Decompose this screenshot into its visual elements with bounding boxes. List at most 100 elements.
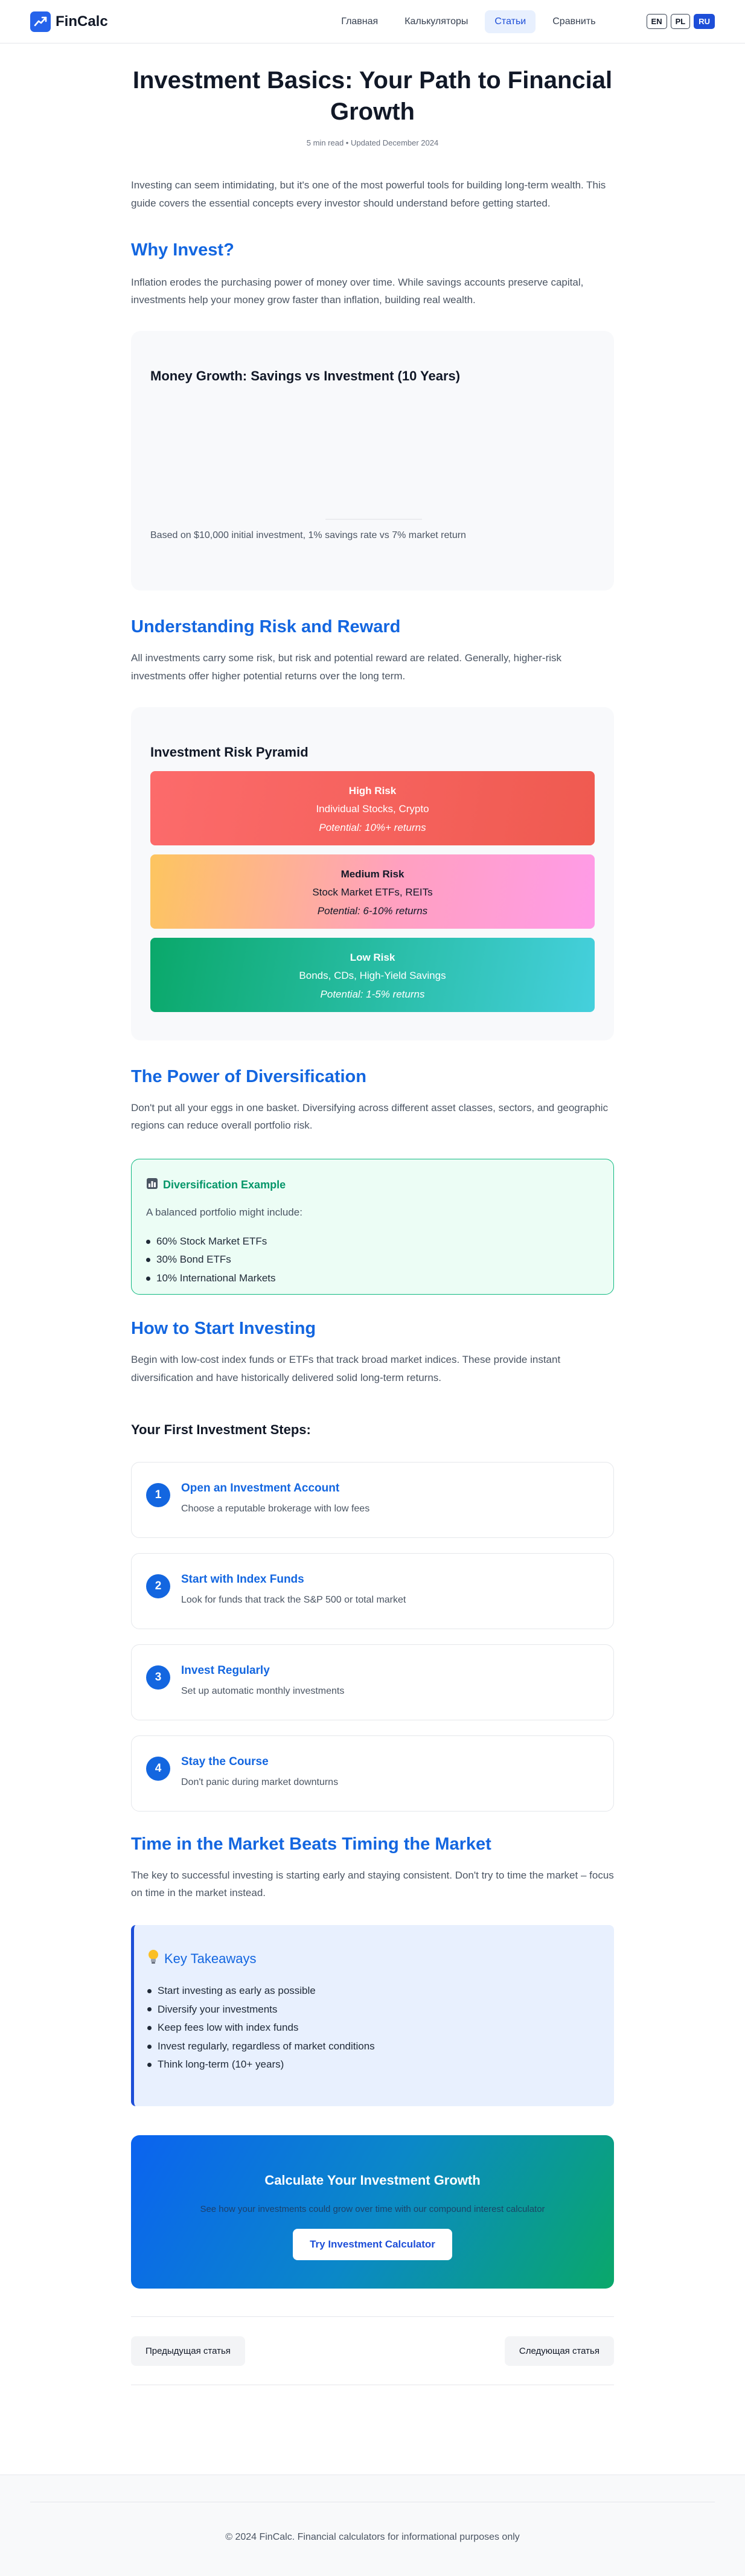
risk-level-medium: Medium Risk Stock Market ETFs, REITs Pot…	[150, 854, 595, 929]
risk-level-examples: Bonds, CDs, High-Yield Savings	[299, 970, 446, 982]
cta-subtitle: See how your investments could grow over…	[200, 2204, 545, 2214]
list-item: Diversify your investments	[147, 2001, 600, 2019]
list-item-text: Diversify your investments	[158, 2003, 278, 2015]
list-item: Start investing as early as possible	[147, 1982, 600, 2001]
list-item: Keep fees low with index funds	[147, 2019, 600, 2037]
trending-up-icon	[30, 11, 51, 32]
list-item: Invest regularly, regardless of market c…	[147, 2037, 600, 2056]
timing-text: The key to successful investing is start…	[131, 1869, 614, 1899]
steps-heading: Your First Investment Steps:	[131, 1421, 311, 1437]
risk-pyramid-title: Investment Risk Pyramid	[150, 744, 309, 760]
risk-level-potential: Potential: 10%+ returns	[319, 821, 426, 833]
step-content: Invest Regularly Set up automatic monthl…	[181, 1664, 344, 1697]
list-item-text: Start investing as early as possible	[158, 1985, 316, 1996]
how-to-start-heading: How to Start Investing	[131, 1319, 316, 1338]
growth-chart-note: Based on $10,000 initial investment, 1% …	[150, 530, 466, 540]
page-title: Investment Basics: Your Path to Financia…	[132, 67, 613, 125]
footer-copyright: © 2024 FinCalc. Financial calculators fo…	[30, 2502, 715, 2543]
lang-en-button[interactable]: EN	[646, 14, 667, 29]
step-content: Open an Investment Account Choose a repu…	[181, 1482, 369, 1514]
brand[interactable]: FinCalc	[30, 11, 108, 32]
timing-heading: Time in the Market Beats Timing the Mark…	[131, 1834, 491, 1854]
try-calculator-button[interactable]: Try Investment Calculator	[293, 2229, 452, 2260]
risk-reward-heading: Understanding Risk and Reward	[131, 617, 401, 636]
list-item-text: 30% Bond ETFs	[156, 1254, 231, 1266]
diversification-heading: The Power of Diversification	[131, 1066, 366, 1086]
risk-level-name: Medium Risk	[341, 868, 404, 880]
list-item-text: 60% Stock Market ETFs	[156, 1235, 267, 1247]
growth-chart-canvas	[325, 519, 422, 520]
list-item: 30% Bond ETFs	[146, 1251, 599, 1269]
list-item: Think long-term (10+ years)	[147, 2055, 600, 2074]
step-card: 4 Stay the Course Don't panic during mar…	[131, 1735, 614, 1812]
nav-compare[interactable]: Сравнить	[543, 10, 605, 33]
risk-level-low: Low Risk Bonds, CDs, High-Yield Savings …	[150, 937, 595, 1012]
lightbulb-icon	[147, 1949, 159, 1969]
bullet-icon	[147, 2007, 152, 2012]
risk-level-examples: Stock Market ETFs, REITs	[312, 886, 433, 899]
diversification-text: Don't put all your eggs in one basket. D…	[131, 1101, 609, 1132]
diversification-box-intro: A balanced portfolio might include:	[146, 1206, 302, 1218]
diversification-box-title-text: Diversification Example	[163, 1179, 286, 1191]
risk-level-high: High Risk Individual Stocks, Crypto Pote…	[150, 771, 595, 845]
article-meta: 5 min read • Updated December 2024	[306, 138, 439, 147]
intro-paragraph: Investing can seem intimidating, but it'…	[131, 179, 606, 209]
nav-articles[interactable]: Статьи	[485, 10, 536, 33]
step-number: 1	[146, 1482, 170, 1507]
bullet-icon	[147, 1988, 152, 1993]
diversification-box-title: Diversification Example	[146, 1177, 599, 1193]
list-item-text: Invest regularly, regardless of market c…	[158, 2040, 375, 2052]
step-title: Open an Investment Account	[181, 1481, 340, 1495]
risk-pyramid-card: Investment Risk Pyramid High Risk Indivi…	[131, 706, 614, 1040]
step-title: Stay the Course	[181, 1755, 269, 1768]
step-description: Don't panic during market downturns	[181, 1777, 339, 1787]
step-title: Invest Regularly	[181, 1664, 270, 1677]
calculator-cta: Calculate Your Investment Growth See how…	[131, 2135, 614, 2289]
brand-name: FinCalc	[56, 13, 108, 30]
why-invest-text: Inflation erodes the purchasing power of…	[131, 276, 584, 306]
main-nav: Главная Калькуляторы Статьи Сравнить EN …	[331, 10, 715, 33]
bullet-icon	[147, 2025, 152, 2030]
lang-ru-button[interactable]: RU	[694, 14, 715, 29]
bullet-icon	[146, 1276, 150, 1281]
footer: © 2024 FinCalc. Financial calculators fo…	[0, 2475, 745, 2576]
list-item-text: Think long-term (10+ years)	[158, 2059, 284, 2071]
step-description: Choose a reputable brokerage with low fe…	[181, 1503, 370, 1514]
growth-chart-area	[150, 390, 595, 530]
step-card: 3 Invest Regularly Set up automatic mont…	[131, 1644, 614, 1720]
list-item: 60% Stock Market ETFs	[146, 1232, 599, 1251]
chart-icon	[146, 1177, 158, 1193]
step-content: Start with Index Funds Look for funds th…	[181, 1573, 406, 1606]
bullet-icon	[147, 2063, 152, 2068]
nav-calculators[interactable]: Калькуляторы	[395, 10, 478, 33]
list-item-text: Keep fees low with index funds	[158, 2022, 299, 2034]
bullet-icon	[147, 2044, 152, 2049]
list-item: 10% International Markets	[146, 1269, 599, 1288]
list-item-text: 10% International Markets	[156, 1272, 276, 1284]
diversification-example-box: Diversification Example A balanced portf…	[131, 1159, 614, 1295]
previous-article-button[interactable]: Предыдущая статья	[131, 2336, 245, 2366]
key-takeaways-title: Key Takeaways	[147, 1949, 600, 1969]
article-pager: Предыдущая статья Следующая статья	[131, 2316, 614, 2385]
next-article-button[interactable]: Следующая статья	[504, 2336, 614, 2366]
bullet-icon	[146, 1239, 150, 1244]
step-number: 3	[146, 1665, 170, 1690]
risk-level-name: High Risk	[348, 784, 397, 796]
risk-reward-text: All investments carry some risk, but ris…	[131, 652, 562, 682]
growth-chart-title: Money Growth: Savings vs Investment (10 …	[150, 368, 461, 383]
step-content: Stay the Course Don't panic during marke…	[181, 1755, 338, 1788]
key-takeaways-box: Key Takeaways Start investing as early a…	[131, 1925, 614, 2106]
step-description: Set up automatic monthly investments	[181, 1685, 345, 1696]
why-invest-heading: Why Invest?	[131, 240, 234, 260]
risk-level-name: Low Risk	[350, 951, 395, 963]
step-card: 1 Open an Investment Account Choose a re…	[131, 1461, 614, 1538]
step-title: Start with Index Funds	[181, 1572, 304, 1586]
key-takeaways-list: Start investing as early as possible Div…	[147, 1982, 600, 2074]
nav-home[interactable]: Главная	[331, 10, 388, 33]
risk-level-potential: Potential: 1-5% returns	[320, 988, 425, 1000]
cta-title: Calculate Your Investment Growth	[264, 2173, 481, 2188]
how-to-start-text: Begin with low-cost index funds or ETFs …	[131, 1354, 561, 1383]
step-number: 4	[146, 1756, 170, 1781]
lang-pl-button[interactable]: PL	[670, 14, 691, 29]
step-number: 2	[146, 1574, 170, 1598]
